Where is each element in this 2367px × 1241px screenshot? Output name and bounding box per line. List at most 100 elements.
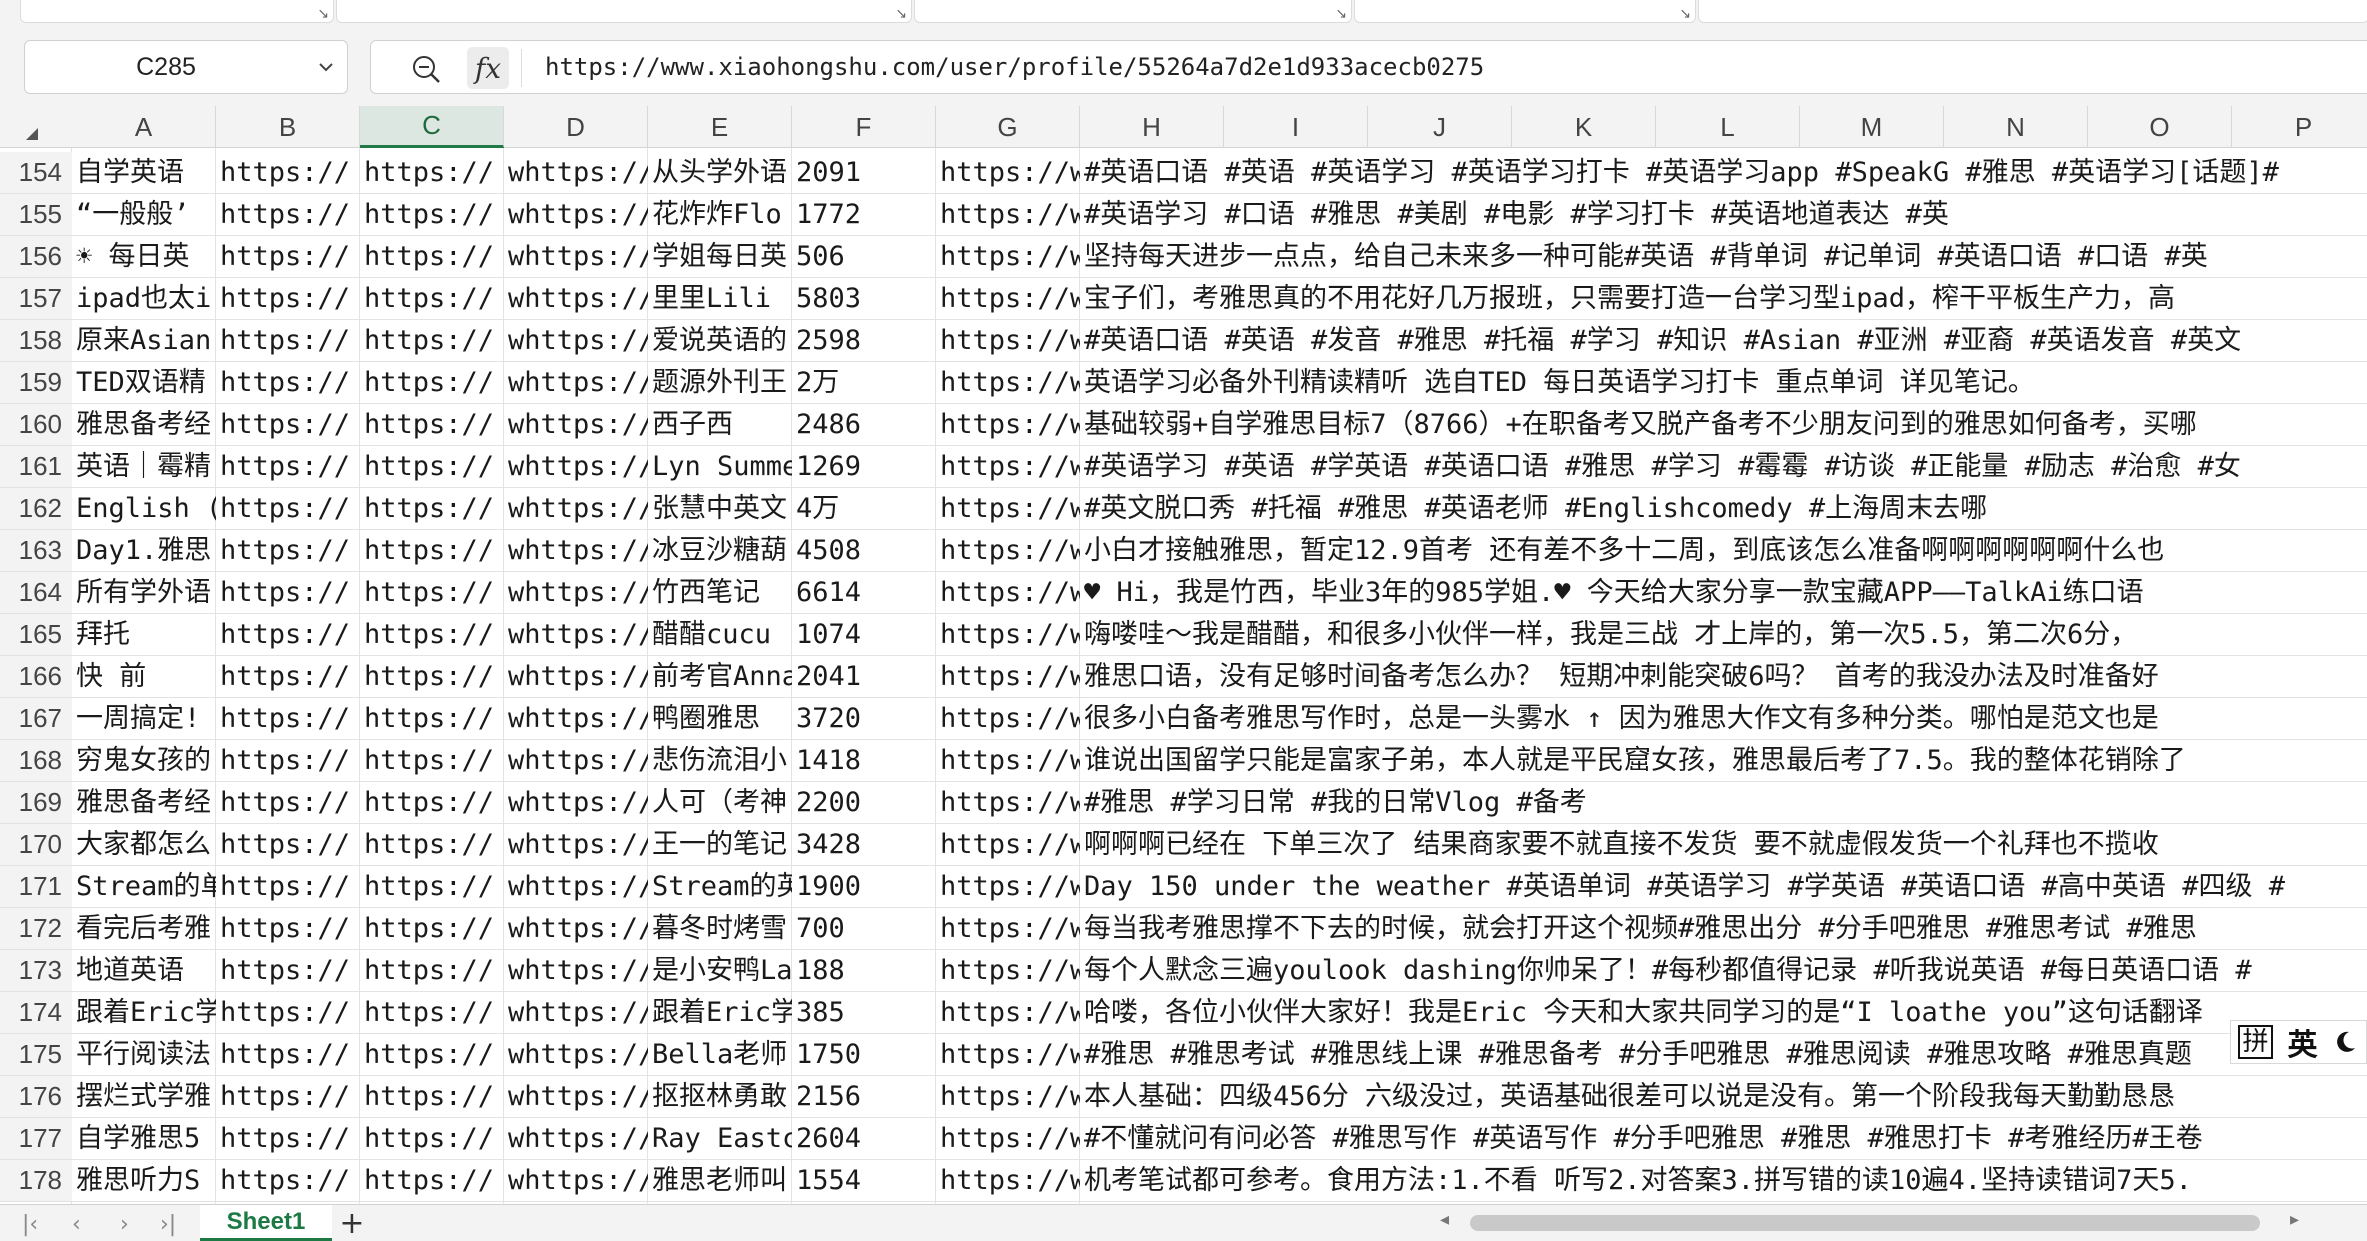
cell-g[interactable]: https://w: [936, 740, 1080, 782]
column-header-j[interactable]: J: [1368, 106, 1512, 148]
dialog-launcher-icon[interactable]: ↘: [895, 7, 907, 21]
cell-e[interactable]: 雅思老师叫: [648, 1160, 792, 1202]
cell-e[interactable]: Ray Eastco: [648, 1118, 792, 1160]
row-header[interactable]: 176: [0, 1076, 72, 1118]
column-header-c[interactable]: C: [360, 106, 504, 148]
cell-d[interactable]: whttps://s: [504, 950, 648, 992]
cell-g[interactable]: https://w: [936, 1160, 1080, 1202]
cell-a[interactable]: 跟着Eric学: [72, 992, 216, 1034]
cell-c[interactable]: https://: [360, 362, 504, 404]
zoom-icon[interactable]: [411, 54, 441, 84]
cell-h[interactable]: #不懂就问有问必答 #雅思写作 #英语写作 #分手吧雅思 #雅思 #雅思打卡 #…: [1080, 1118, 2367, 1160]
cell-g[interactable]: https://w: [936, 488, 1080, 530]
cell-f[interactable]: 506: [792, 236, 936, 278]
cell-c[interactable]: https://: [360, 404, 504, 446]
cell-h[interactable]: 哈喽，各位小伙伴大家好！我是Eric 今天和大家共同学习的是“I loathe …: [1080, 992, 2367, 1034]
cell-g[interactable]: https://w: [936, 152, 1080, 194]
column-header-b[interactable]: B: [216, 106, 360, 148]
cell-g[interactable]: https://w: [936, 824, 1080, 866]
cell-e[interactable]: 前考官Anna: [648, 656, 792, 698]
cell-d[interactable]: whttps://s: [504, 446, 648, 488]
cell-f[interactable]: 1418: [792, 740, 936, 782]
cell-f[interactable]: 385: [792, 992, 936, 1034]
row-header[interactable]: 170: [0, 824, 72, 866]
cell-h[interactable]: #英文脱口秀 #托福 #雅思 #英语老师 #Englishcomedy #上海周…: [1080, 488, 2367, 530]
cell-d[interactable]: whttps://s: [504, 194, 648, 236]
cell-b[interactable]: https://: [216, 950, 360, 992]
cell-c[interactable]: https://: [360, 1076, 504, 1118]
column-header-m[interactable]: M: [1800, 106, 1944, 148]
cell-g[interactable]: https://w: [936, 950, 1080, 992]
row-header[interactable]: 174: [0, 992, 72, 1034]
cell-a[interactable]: 雅思听力S: [72, 1160, 216, 1202]
cell-f[interactable]: 1074: [792, 614, 936, 656]
cell-b[interactable]: https://: [216, 908, 360, 950]
cell-h[interactable]: 英语学习必备外刊精读精听 选自TED 每日英语学习打卡 重点单词 详见笔记。: [1080, 362, 2367, 404]
cell-d[interactable]: whttps://s: [504, 1160, 648, 1202]
cell-b[interactable]: https://: [216, 656, 360, 698]
cell-g[interactable]: https://w: [936, 1034, 1080, 1076]
cell-f[interactable]: 2598: [792, 320, 936, 362]
row-header[interactable]: 154: [0, 152, 72, 194]
cell-h[interactable]: #雅思 #学习日常 #我的日常Vlog #备考: [1080, 782, 2367, 824]
cell-a[interactable]: 英语｜霉精: [72, 446, 216, 488]
cell-c[interactable]: https://: [360, 446, 504, 488]
ime-pinyin-mode[interactable]: 拼: [2238, 1025, 2273, 1059]
moon-icon[interactable]: [2332, 1029, 2358, 1055]
cell-d[interactable]: whttps://s: [504, 236, 648, 278]
cell-g[interactable]: https://w: [936, 1076, 1080, 1118]
cell-a[interactable]: ☀ 每日英: [72, 236, 216, 278]
cell-b[interactable]: https://: [216, 446, 360, 488]
cell-h[interactable]: 坚持每天进步一点点，给自己未来多一种可能#英语 #背单词 #记单词 #英语口语 …: [1080, 236, 2367, 278]
cell-a[interactable]: 雅思备考经: [72, 404, 216, 446]
dialog-launcher-icon[interactable]: ↘: [1335, 7, 1347, 21]
cell-d[interactable]: whttps://s: [504, 1034, 648, 1076]
cell-g[interactable]: https://w: [936, 446, 1080, 488]
cell-h[interactable]: 宝子们，考雅思真的不用花好几万报班，只需要打造一台学习型ipad，榨干平板生产力…: [1080, 278, 2367, 320]
cell-c[interactable]: https://: [360, 152, 504, 194]
cell-d[interactable]: whttps://s: [504, 656, 648, 698]
cell-c[interactable]: https://: [360, 488, 504, 530]
cell-h[interactable]: 很多小白备考雅思写作时，总是一头雾水 ↑ 因为雅思大作文有多种分类。哪怕是范文也…: [1080, 698, 2367, 740]
cell-a[interactable]: 平行阅读法: [72, 1034, 216, 1076]
last-sheet-icon[interactable]: ›|: [160, 1211, 176, 1239]
cell-d[interactable]: whttps://s: [504, 530, 648, 572]
insert-function-icon[interactable]: fx: [467, 47, 509, 89]
row-header[interactable]: 157: [0, 278, 72, 320]
cell-d[interactable]: whttps://s: [504, 404, 648, 446]
next-sheet-icon[interactable]: ›: [120, 1211, 129, 1239]
cell-d[interactable]: whttps://s: [504, 614, 648, 656]
cell-h[interactable]: 嗨喽哇～我是醋醋，和很多小伙伴一样，我是三战 才上岸的，第一次5.5，第二次6分…: [1080, 614, 2367, 656]
row-header[interactable]: 177: [0, 1118, 72, 1160]
cell-a[interactable]: 大家都怎么: [72, 824, 216, 866]
cell-g[interactable]: https://w: [936, 194, 1080, 236]
cell-d[interactable]: whttps://s: [504, 740, 648, 782]
cell-e[interactable]: 王一的笔记: [648, 824, 792, 866]
cell-f[interactable]: 2200: [792, 782, 936, 824]
cell-g[interactable]: https://w: [936, 992, 1080, 1034]
cell-e[interactable]: 是小安鸭La: [648, 950, 792, 992]
cell-g[interactable]: https://w: [936, 404, 1080, 446]
row-header[interactable]: 172: [0, 908, 72, 950]
cell-c[interactable]: https://: [360, 278, 504, 320]
cell-e[interactable]: 悲伤流泪小: [648, 740, 792, 782]
cell-c[interactable]: https://: [360, 572, 504, 614]
cell-b[interactable]: https://: [216, 404, 360, 446]
cell-b[interactable]: https://: [216, 992, 360, 1034]
cell-f[interactable]: 700: [792, 908, 936, 950]
cell-c[interactable]: https://: [360, 530, 504, 572]
column-header-l[interactable]: L: [1656, 106, 1800, 148]
row-header[interactable]: 166: [0, 656, 72, 698]
ime-toolbar[interactable]: 拼 英: [2230, 1020, 2367, 1064]
cell-a[interactable]: ipad也太i: [72, 278, 216, 320]
name-box[interactable]: C285: [24, 40, 348, 94]
cell-f[interactable]: 1772: [792, 194, 936, 236]
cell-f[interactable]: 3428: [792, 824, 936, 866]
cell-d[interactable]: whttps://s: [504, 278, 648, 320]
cell-d[interactable]: whttps://s: [504, 866, 648, 908]
cell-d[interactable]: whttps://s: [504, 698, 648, 740]
cell-g[interactable]: https://w: [936, 1118, 1080, 1160]
row-header[interactable]: 168: [0, 740, 72, 782]
cell-b[interactable]: https://: [216, 1034, 360, 1076]
cell-f[interactable]: 1269: [792, 446, 936, 488]
